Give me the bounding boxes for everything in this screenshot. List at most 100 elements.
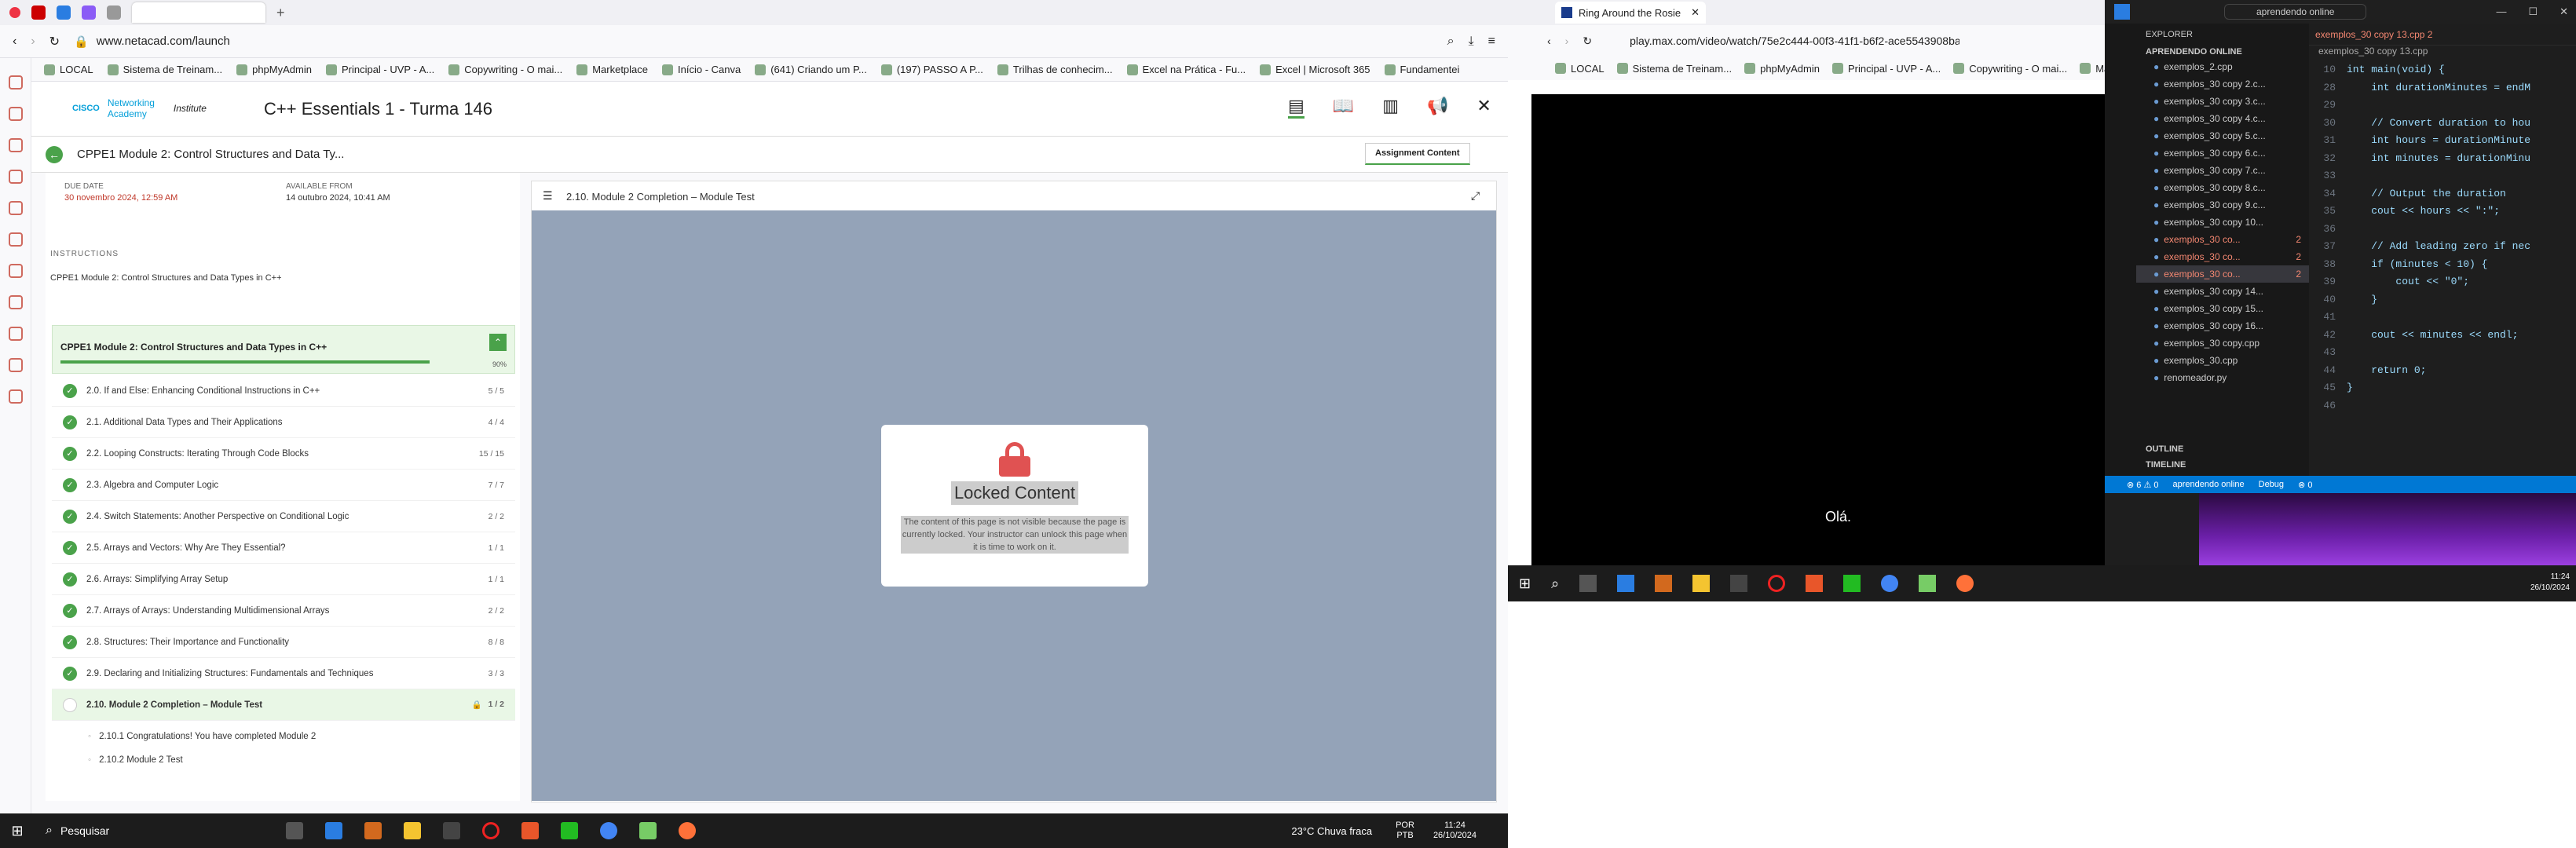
bookmark[interactable]: Trilhas de conhecim... <box>997 64 1113 75</box>
firefox-icon[interactable] <box>679 822 696 839</box>
maximize-icon[interactable]: ☐ <box>2528 5 2538 18</box>
folder-title[interactable]: APRENDENDO ONLINE <box>2136 46 2309 58</box>
editor[interactable]: exemplos_30 copy 13.cpp 2 exemplos_30 co… <box>2309 24 2576 476</box>
sidebar-icon[interactable] <box>8 107 23 121</box>
back-icon[interactable]: ‹ <box>13 35 16 49</box>
outline-section[interactable]: OUTLINE <box>2146 444 2183 454</box>
minimize-icon[interactable]: — <box>2496 5 2506 18</box>
tab-icon[interactable] <box>57 5 71 20</box>
file-item[interactable]: ● exemplos_2.cpp <box>2136 58 2309 75</box>
active-tab[interactable] <box>132 2 265 23</box>
app-icon[interactable] <box>1919 575 1937 592</box>
file-item[interactable]: ● exemplos_30 copy 10... <box>2136 214 2309 231</box>
back-icon[interactable]: ‹ <box>1547 35 1551 47</box>
bookmark[interactable]: LOCAL <box>44 64 93 75</box>
bookmark[interactable]: Copywriting - O mai... <box>1953 63 2067 75</box>
file-item[interactable]: ● exemplos_30 copy 4.c... <box>2136 110 2309 127</box>
close-icon[interactable]: ✕ <box>1691 6 1700 19</box>
module-item[interactable]: ✓ 2.7. Arrays of Arrays: Understanding Mu… <box>52 595 515 627</box>
app-icon[interactable] <box>1655 575 1673 592</box>
opera-icon[interactable] <box>482 822 499 839</box>
app-icon[interactable] <box>443 822 460 839</box>
toc-icon[interactable]: ☰ <box>543 189 553 203</box>
new-tab-icon[interactable]: + <box>276 5 285 21</box>
windows-icon[interactable]: ⊞ <box>1519 576 1531 592</box>
sidebar-icon[interactable] <box>8 295 23 309</box>
bookmark[interactable]: (197) PASSO A P... <box>880 64 983 75</box>
bookmark[interactable]: Excel na Prática - Fu... <box>1126 64 1246 75</box>
chrome-icon[interactable] <box>1881 575 1899 592</box>
file-item[interactable]: ● exemplos_30 copy 16... <box>2136 317 2309 334</box>
file-item[interactable]: ● exemplos_30 copy 15... <box>2136 300 2309 317</box>
file-item[interactable]: ● exemplos_30 copy 7.c... <box>2136 162 2309 179</box>
chrome-icon[interactable] <box>600 822 617 839</box>
weather[interactable]: 23°C Chuva fraca <box>1291 825 1372 837</box>
bookmark[interactable]: Marketplace <box>576 64 648 75</box>
url-text[interactable]: play.max.com/video/watch/75e2c444-00f3-4… <box>1630 35 1959 47</box>
app-icon[interactable] <box>1730 575 1748 592</box>
sidebar-icon[interactable] <box>8 75 23 90</box>
module-item[interactable]: ✓ 2.3. Algebra and Computer Logic 7 / 7 <box>52 470 515 501</box>
bookmark[interactable]: Sistema de Treinam... <box>1616 63 1732 75</box>
search-icon[interactable]: ⌕ <box>1551 576 1559 592</box>
announcements-icon[interactable]: 📢 <box>1427 96 1448 119</box>
clock[interactable]: 11:24 26/10/2024 <box>2530 572 2570 594</box>
tab-icon[interactable] <box>107 5 121 20</box>
sidebar-icon[interactable] <box>8 358 23 372</box>
taskbar-search[interactable]: ⌕ Pesquisar <box>35 818 270 843</box>
sidebar-icon[interactable] <box>8 170 23 184</box>
bookmark[interactable]: phpMyAdmin <box>236 64 312 75</box>
problems-status[interactable]: ⊗ 6 ⚠ 0 <box>2127 480 2158 490</box>
sidebar-icon[interactable] <box>8 201 23 215</box>
sidebar-icon[interactable] <box>8 264 23 278</box>
clock[interactable]: 11:24 26/10/2024 <box>1433 821 1476 841</box>
close-icon[interactable]: ✕ <box>2560 5 2568 18</box>
youtube-tab-icon[interactable] <box>31 5 46 20</box>
assignments-icon[interactable]: ▤ <box>1288 96 1304 119</box>
grades-icon[interactable]: ▥ <box>1382 96 1399 119</box>
port-status[interactable]: ⊗ 0 <box>2298 480 2312 490</box>
menu-icon[interactable]: ≡ <box>1488 35 1495 49</box>
language[interactable]: POR PTB <box>1396 821 1414 841</box>
module-item[interactable]: ✓ 2.5. Arrays and Vectors: Why Are They E… <box>52 532 515 564</box>
sidebar-icon[interactable] <box>8 389 23 404</box>
file-item[interactable]: ● exemplos_30 copy 5.c... <box>2136 127 2309 144</box>
debug-status[interactable]: Debug <box>2259 480 2284 489</box>
sidebar-icon[interactable] <box>8 138 23 152</box>
file-item[interactable]: ● exemplos_30.cpp <box>2136 352 2309 369</box>
app-icon[interactable] <box>364 822 382 839</box>
sidebar-icon[interactable] <box>8 327 23 341</box>
module-item[interactable]: ✓ 2.2. Looping Constructs: Iterating Thro… <box>52 438 515 470</box>
editor-tab[interactable]: exemplos_30 copy 13.cpp 2 <box>2309 24 2576 46</box>
file-item[interactable]: ● exemplos_30 copy 3.c... <box>2136 93 2309 110</box>
explorer-icon[interactable] <box>1692 575 1711 592</box>
task-view-icon[interactable] <box>286 822 303 839</box>
active-module-item[interactable]: 2.10. Module 2 Completion – Module Test … <box>52 689 515 721</box>
file-item[interactable]: ● exemplos_30 co... 2 <box>2136 265 2309 283</box>
sub-item[interactable]: ◦ 2.10.2 Module 2 Test <box>52 744 515 776</box>
file-item[interactable]: ● exemplos_30 copy 2.c... <box>2136 75 2309 93</box>
back-arrow-icon[interactable]: ← <box>46 146 63 163</box>
app-icon[interactable] <box>1843 575 1861 592</box>
forward-icon[interactable]: › <box>1565 35 1569 47</box>
bookmark[interactable]: (641) Criando um P... <box>755 64 867 75</box>
explorer-icon[interactable] <box>404 822 421 839</box>
netacad-logo[interactable]: CISCO Networking Academy Institute <box>72 97 207 119</box>
task-view-icon[interactable] <box>1579 575 1597 592</box>
module-item[interactable]: ✓ 2.8. Structures: Their Importance and F… <box>52 627 515 658</box>
module-header[interactable]: CPPE1 Module 2: Control Structures and D… <box>52 325 515 374</box>
bookmark[interactable]: phpMyAdmin <box>1744 63 1820 75</box>
module-item[interactable]: ✓ 2.9. Declaring and Initializing Structu… <box>52 658 515 689</box>
close-icon[interactable]: ✕ <box>1476 96 1491 119</box>
collapse-icon[interactable]: ⌃ <box>489 334 507 351</box>
command-center[interactable]: aprendendo online <box>2224 4 2367 20</box>
app-icon[interactable] <box>1806 575 1824 592</box>
bookmark[interactable]: Início - Canva <box>662 64 741 75</box>
file-item[interactable]: ● renomeador.py <box>2136 369 2309 386</box>
reload-icon[interactable]: ↻ <box>49 34 60 49</box>
app-icon[interactable] <box>521 822 539 839</box>
app-icon[interactable] <box>639 822 657 839</box>
file-item[interactable]: ● exemplos_30 copy.cpp <box>2136 334 2309 352</box>
app-icon[interactable] <box>561 822 578 839</box>
bookmark[interactable]: Fundamentei <box>1384 64 1459 75</box>
